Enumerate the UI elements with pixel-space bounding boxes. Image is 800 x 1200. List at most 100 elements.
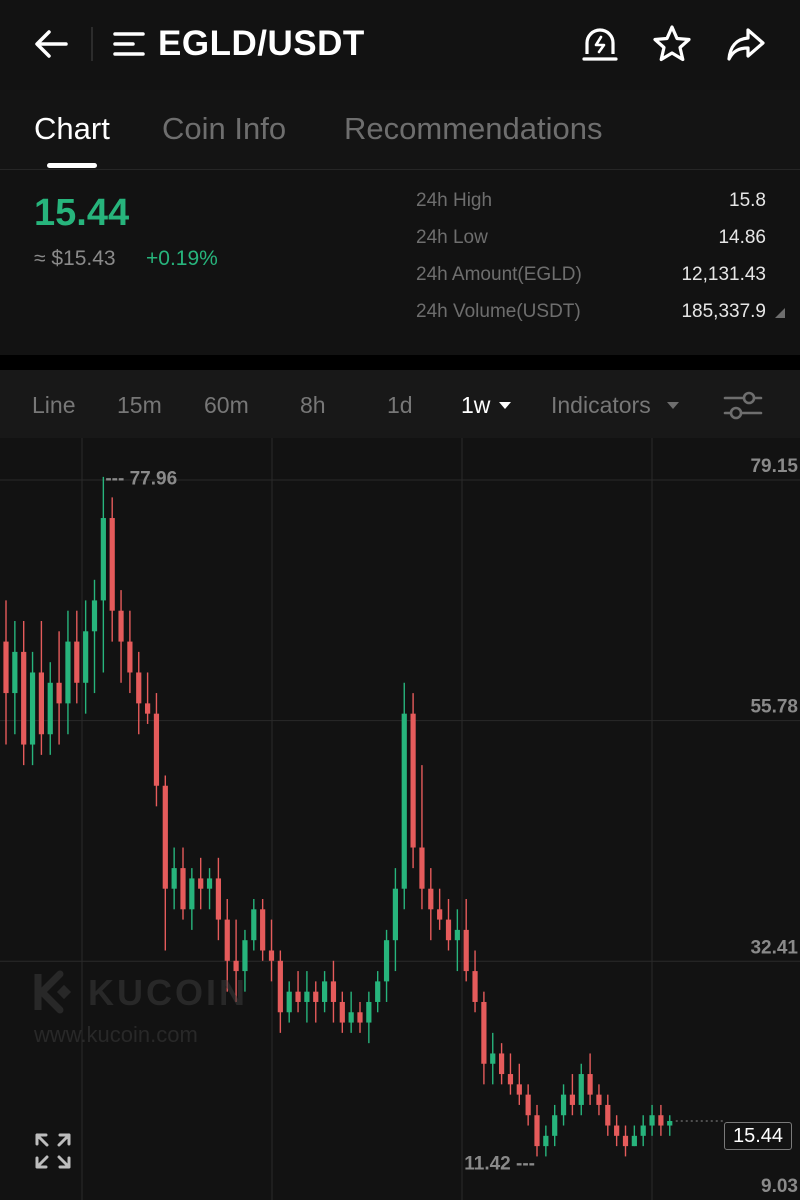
candle-body: [304, 991, 310, 1002]
fiat-price: ≈ $15.43: [34, 247, 116, 270]
candle-body: [56, 682, 62, 704]
section-separator: [0, 355, 800, 370]
candle-body: [38, 672, 44, 735]
tab-coin-info[interactable]: Coin Info: [162, 111, 286, 147]
candle-body: [499, 1053, 505, 1075]
candle-body: [375, 981, 381, 1002]
stat-value-24h-high: 15.8: [729, 190, 766, 211]
candle-body: [472, 971, 478, 1002]
candle-body: [410, 713, 416, 848]
share-icon[interactable]: [724, 22, 768, 66]
timeframe-15m[interactable]: 15m: [117, 392, 162, 419]
tab-bar: Chart Coin Info Recommendations: [0, 95, 800, 170]
candle-body: [543, 1135, 549, 1147]
candle-body: [162, 785, 168, 889]
candlestick-chart[interactable]: 79.15 55.78 32.41 9.03 --- 77.96 11.42 --- K…: [0, 438, 800, 1200]
candle-body: [12, 651, 18, 694]
timeframe-line[interactable]: Line: [32, 392, 75, 419]
last-price: 15.44: [34, 192, 130, 234]
candle-body: [516, 1084, 522, 1095]
candle-body: [631, 1135, 637, 1147]
chart-settings-sliders-icon[interactable]: [722, 386, 764, 424]
ticker-panel: 15.44 ≈ $15.43 +0.19% 24h High 15.8 24h …: [0, 170, 800, 355]
candle-body: [578, 1074, 584, 1105]
candle-body: [136, 672, 142, 704]
indicators-button[interactable]: Indicators: [551, 392, 651, 419]
candle-body: [437, 909, 443, 920]
candle-body: [348, 1012, 354, 1023]
candle-body: [649, 1115, 655, 1126]
menu-icon[interactable]: [112, 26, 146, 62]
candle-body: [260, 909, 266, 951]
candle-body: [118, 610, 124, 642]
y-axis-tick-label: 32.41: [750, 937, 798, 958]
min-price-marker: 11.42 ---: [464, 1153, 535, 1174]
candle-body: [392, 888, 398, 941]
candle-body: [251, 909, 257, 941]
candle-body: [286, 991, 292, 1013]
candle-body: [127, 641, 133, 673]
timeframe-1d[interactable]: 1d: [387, 392, 413, 419]
max-price-marker: --- 77.96: [105, 468, 177, 489]
y-axis-tick-label: 79.15: [750, 456, 798, 477]
back-arrow-icon[interactable]: [30, 22, 74, 66]
candle-body: [366, 1001, 372, 1023]
candle-body: [295, 991, 301, 1002]
indicators-caret-icon[interactable]: [667, 402, 679, 409]
stat-label-24h-high: 24h High: [416, 190, 493, 211]
candle-body: [552, 1115, 558, 1136]
candle-body: [463, 929, 469, 972]
candle-body: [153, 713, 160, 786]
timeframe-60m[interactable]: 60m: [204, 392, 249, 419]
tab-recommendations[interactable]: Recommendations: [344, 111, 602, 147]
chart-canvas[interactable]: 79.15 55.78 32.41 9.03 --- 77.96 11.42 ---: [0, 438, 800, 1200]
price-alert-icon[interactable]: [578, 22, 622, 66]
candle-body: [401, 713, 407, 889]
stat-label-24h-volume: 24h Volume(USDT): [416, 301, 581, 322]
current-price-tag: 15.44: [724, 1122, 792, 1150]
candle-body: [658, 1115, 664, 1126]
candle-body: [330, 981, 337, 1002]
chart-toolbar: Line 15m 60m 8h 1d 1w Indicators: [0, 370, 800, 438]
candle-body: [322, 981, 328, 1002]
pair-title[interactable]: EGLD/USDT: [158, 24, 365, 64]
candle-body: [224, 919, 230, 961]
candle-body: [189, 878, 195, 910]
timeframe-caret-icon[interactable]: [499, 402, 511, 409]
candle-body: [74, 641, 80, 683]
candle-body: [560, 1094, 567, 1116]
candle-body: [109, 518, 115, 611]
candle-body: [242, 940, 248, 972]
candle-body: [91, 600, 98, 632]
header-divider: [91, 27, 93, 61]
candle-body: [47, 682, 53, 735]
candle-body: [29, 672, 36, 745]
candle-body: [21, 651, 27, 745]
y-axis-tick-label: 55.78: [750, 697, 798, 718]
fullscreen-expand-icon[interactable]: [34, 1132, 72, 1170]
stat-label-24h-amount: 24h Amount(EGLD): [416, 264, 582, 285]
expand-stats-triangle-icon[interactable]: [775, 308, 785, 318]
candle-body: [3, 641, 9, 694]
candle-body: [454, 929, 460, 941]
candle-body: [65, 641, 71, 704]
timeframe-1w[interactable]: 1w: [461, 392, 490, 419]
favorite-star-icon[interactable]: [650, 22, 694, 66]
candle-body: [206, 878, 213, 889]
candle-body: [357, 1012, 363, 1023]
candle-body: [313, 991, 319, 1002]
candle-body: [622, 1135, 629, 1147]
watermark-name: KUCOIN: [88, 972, 248, 1013]
candle-body: [233, 960, 239, 972]
tab-chart[interactable]: Chart: [34, 111, 110, 147]
top-bar: EGLD/USDT: [0, 0, 800, 90]
timeframe-8h[interactable]: 8h: [300, 392, 326, 419]
candle-body: [587, 1074, 593, 1095]
candle-body: [171, 868, 177, 889]
candle-body: [419, 847, 425, 889]
active-tab-indicator: [47, 163, 97, 168]
stat-label-24h-low: 24h Low: [416, 227, 488, 248]
candle-body: [100, 518, 106, 601]
candle-body: [507, 1074, 514, 1085]
candle-body: [445, 919, 452, 941]
